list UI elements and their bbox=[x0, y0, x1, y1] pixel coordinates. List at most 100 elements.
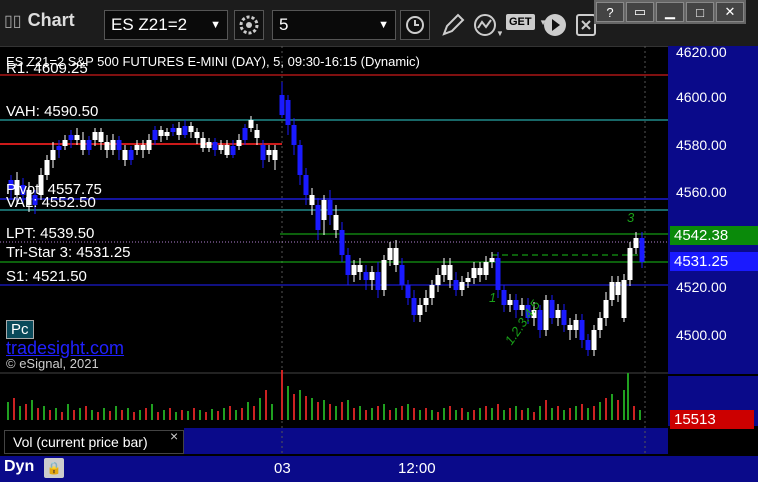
candle-body bbox=[621, 280, 627, 318]
volume-bar bbox=[193, 408, 195, 420]
gear-icon bbox=[239, 15, 259, 35]
candle-body bbox=[68, 135, 74, 140]
candle-body bbox=[609, 282, 615, 300]
volume-bar bbox=[163, 410, 165, 420]
volume-bar bbox=[19, 406, 21, 420]
candle-body bbox=[297, 145, 303, 175]
get-data-button[interactable]: GET ▼ bbox=[506, 12, 547, 30]
candle-body bbox=[242, 128, 248, 140]
volume-bar bbox=[449, 406, 451, 420]
symbol-input[interactable]: ES Z21=2 ▼ bbox=[104, 10, 228, 40]
volume-bar bbox=[509, 408, 511, 420]
price-tick: 4580.00 bbox=[676, 137, 727, 153]
candle-body bbox=[489, 258, 495, 262]
volume-bar bbox=[611, 394, 613, 420]
candle-body bbox=[567, 325, 573, 330]
maximize-button[interactable]: □ bbox=[686, 2, 714, 22]
candle-body bbox=[381, 260, 387, 290]
replay-button[interactable] bbox=[542, 12, 568, 43]
app-title: ▯▯ Chart bbox=[4, 10, 75, 30]
volume-bar bbox=[253, 406, 255, 420]
candle-body bbox=[104, 142, 110, 150]
pc-badge[interactable]: Pc bbox=[6, 320, 34, 339]
interval-input[interactable]: 5 ▼ bbox=[272, 10, 396, 40]
volume-legend[interactable]: Vol (current price bar) bbox=[4, 430, 184, 454]
price-tick: 4520.00 bbox=[676, 279, 727, 295]
volume-bar bbox=[371, 408, 373, 420]
volume-bar bbox=[235, 410, 237, 420]
candle-body bbox=[339, 230, 345, 255]
candle-body bbox=[507, 300, 513, 305]
candle-body bbox=[321, 200, 327, 220]
price-tag-last: 4531.25 bbox=[670, 252, 758, 271]
lpt-label: LPT: 4539.50 bbox=[6, 225, 95, 242]
candle-body bbox=[369, 272, 375, 280]
close-icon: ✕ bbox=[724, 4, 736, 19]
volume-bar bbox=[79, 408, 81, 420]
volume-bar bbox=[175, 412, 177, 420]
candle-body bbox=[555, 310, 561, 318]
close-icon[interactable]: × bbox=[170, 428, 178, 444]
volume-bar bbox=[443, 408, 445, 420]
candle-body bbox=[537, 310, 543, 330]
chevron-down-icon[interactable]: ▼ bbox=[210, 11, 221, 39]
candle-body bbox=[435, 275, 441, 285]
candle-body bbox=[303, 175, 309, 195]
help-button[interactable]: ? bbox=[596, 2, 624, 22]
pencil-icon bbox=[442, 13, 465, 36]
volume-bar bbox=[359, 406, 361, 420]
volume-bar bbox=[223, 408, 225, 420]
volume-bar bbox=[293, 394, 295, 420]
volume-bar bbox=[151, 404, 153, 420]
chevron-down-icon[interactable]: ▼ bbox=[378, 11, 389, 39]
restore-button[interactable]: ▭ bbox=[626, 2, 654, 22]
volume-bar bbox=[395, 408, 397, 420]
volume-bar bbox=[461, 408, 463, 420]
studies-button[interactable]: ▼ bbox=[472, 12, 504, 43]
volume-bar bbox=[205, 412, 207, 420]
candle-body bbox=[627, 248, 633, 280]
volume-bar bbox=[425, 408, 427, 420]
candle-body bbox=[357, 265, 363, 272]
candle-body bbox=[513, 300, 519, 310]
volume-bar bbox=[43, 406, 45, 420]
close-button[interactable]: ✕ bbox=[716, 2, 744, 22]
window-controls: ? ▭ ▁ □ ✕ bbox=[594, 0, 746, 24]
lock-icon[interactable]: 🔒 bbox=[44, 458, 64, 478]
volume-bar bbox=[241, 408, 243, 420]
candle-body bbox=[351, 265, 357, 275]
candle-body bbox=[633, 238, 639, 248]
dyn-label: Dyn bbox=[4, 458, 35, 475]
draw-button[interactable] bbox=[440, 12, 466, 43]
val-label: VAL: 4552.50 bbox=[6, 194, 96, 211]
candle-body bbox=[363, 272, 369, 280]
volume-bar bbox=[407, 404, 409, 420]
settings-button[interactable] bbox=[234, 10, 264, 40]
candle-body bbox=[495, 258, 501, 290]
candle-body bbox=[110, 140, 116, 150]
candle-body bbox=[212, 142, 218, 150]
time-axis[interactable] bbox=[0, 456, 758, 482]
minimize-button[interactable]: ▁ bbox=[656, 2, 684, 22]
candle-body bbox=[158, 130, 164, 136]
volume-bar bbox=[97, 412, 99, 420]
r1-label: R1: 4609.25 bbox=[6, 60, 88, 77]
volume-bar bbox=[25, 404, 27, 420]
candle-body bbox=[98, 132, 104, 142]
time-button[interactable] bbox=[400, 10, 430, 40]
candle-body bbox=[224, 145, 230, 155]
candle-body bbox=[477, 268, 483, 275]
volume-bar bbox=[365, 410, 367, 420]
volume-bar bbox=[281, 370, 283, 420]
candle-body bbox=[453, 280, 459, 290]
svg-text:▼: ▼ bbox=[496, 29, 502, 38]
candle-body bbox=[345, 255, 351, 275]
candle-body bbox=[597, 318, 603, 330]
volume-bar bbox=[341, 402, 343, 420]
candle-body bbox=[279, 95, 285, 115]
candle-body bbox=[585, 340, 591, 350]
volume-bar bbox=[247, 402, 249, 420]
candle-body bbox=[218, 145, 224, 150]
volume-bar bbox=[467, 412, 469, 420]
candle-body bbox=[393, 248, 399, 265]
